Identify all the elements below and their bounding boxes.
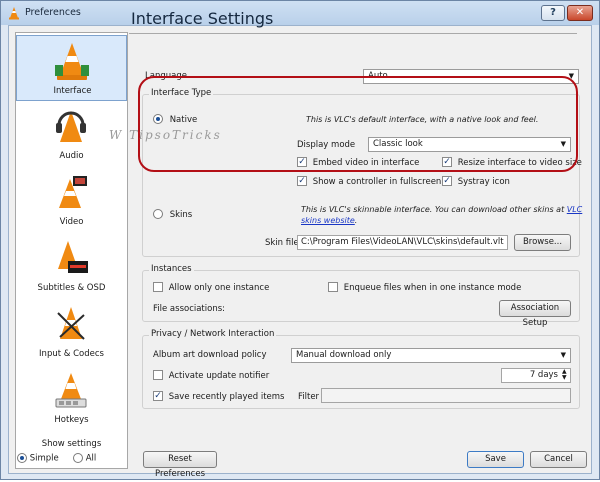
album-art-select[interactable]: Manual download only ▼ (291, 348, 571, 363)
sidebar-item-label: Audio (59, 151, 84, 161)
skins-desc-text: This is VLC's skinnable interface. You c… (301, 205, 565, 214)
album-art-label: Album art download policy (153, 350, 267, 360)
checkmark-icon: ✓ (442, 176, 452, 186)
highlight-annotation (138, 76, 578, 172)
skins-label: Skins (169, 209, 193, 220)
sidebar-item-interface[interactable]: Interface (16, 35, 127, 101)
simple-label: Simple (29, 453, 59, 464)
skins-description: This is VLC's skinnable interface. You c… (301, 204, 587, 226)
category-sidebar: Interface Audio Video Subtitles & OSD In… (15, 32, 128, 469)
title-divider (129, 33, 577, 34)
skins-website-link[interactable]: VLC (567, 205, 583, 214)
sidebar-item-hotkeys[interactable]: Hotkeys (16, 365, 127, 431)
checkbox-icon (153, 282, 163, 292)
input-codecs-cone-icon (57, 307, 85, 340)
file-associations-label: File associations: (153, 304, 226, 314)
sidebar-item-label: Video (59, 217, 84, 227)
update-days-value: 7 days (529, 370, 558, 380)
vlc-cone-icon (9, 7, 19, 20)
enqueue-label: Enqueue files when in one instance mode (343, 282, 522, 293)
checkbox-icon (328, 282, 338, 292)
sidebar-item-label: Subtitles & OSD (37, 283, 106, 293)
video-cone-icon (59, 176, 87, 208)
subtitles-cone-icon (58, 241, 88, 273)
audio-headphones-icon (56, 111, 86, 142)
show-controller-checkbox[interactable]: ✓ Show a controller in fullscreen (297, 176, 441, 187)
hotkeys-cone-icon (55, 373, 87, 408)
radio-icon (73, 453, 83, 463)
checkmark-icon: ✓ (297, 176, 307, 186)
skins-radio[interactable]: Skins (153, 209, 192, 220)
help-button[interactable]: ? (541, 5, 565, 21)
watermark-text: W TipsoTricks (109, 128, 222, 142)
save-recent-label: Save recently played items (168, 391, 285, 402)
window-title: Preferences (25, 7, 81, 18)
all-label: All (85, 453, 97, 464)
simple-radio[interactable]: Simple (17, 453, 59, 464)
close-button[interactable]: ✕ (567, 5, 593, 21)
instances-title: Instances (149, 264, 194, 274)
preferences-window: Preferences ? ✕ Interface Audio Video Su… (0, 0, 600, 480)
all-radio[interactable]: All (73, 453, 96, 464)
save-button[interactable]: Save (467, 451, 524, 468)
sidebar-item-label: Hotkeys (54, 415, 89, 425)
sidebar-item-subtitles[interactable]: Subtitles & OSD (16, 233, 127, 299)
spinner-arrows-icon[interactable]: ▲ ▼ (562, 369, 567, 381)
filter-field[interactable] (321, 388, 571, 403)
systray-checkbox[interactable]: ✓ Systray icon (442, 176, 510, 187)
checkmark-icon: ✓ (153, 391, 163, 401)
filter-label: Filter (298, 392, 320, 402)
skins-website-link-2[interactable]: skins website (301, 216, 355, 225)
enqueue-checkbox[interactable]: Enqueue files when in one instance mode (328, 282, 521, 293)
chevron-down-icon: ▼ (560, 351, 566, 359)
association-setup-button[interactable]: Association Setup (499, 300, 571, 328)
title-bar: Preferences ? ✕ (1, 1, 599, 25)
skins-desc-end: . (354, 216, 358, 225)
show-settings-label: Show settings (41, 439, 102, 449)
cancel-button[interactable]: Cancel (530, 451, 587, 468)
skin-file-field[interactable]: C:\Program Files\VideoLAN\VLC\skins\defa… (297, 235, 508, 250)
save-recent-checkbox[interactable]: ✓ Save recently played items (153, 391, 284, 402)
radio-icon (153, 209, 163, 219)
radio-icon (17, 453, 27, 463)
album-art-value: Manual download only (296, 350, 392, 360)
update-notifier-checkbox[interactable]: Activate update notifier (153, 370, 269, 381)
sidebar-item-video[interactable]: Video (16, 167, 127, 233)
sidebar-item-label: Interface (53, 86, 92, 96)
privacy-title: Privacy / Network Interaction (149, 329, 277, 339)
reset-preferences-button[interactable]: Reset Preferences (143, 451, 217, 479)
systray-label: Systray icon (457, 176, 510, 187)
update-notifier-label: Activate update notifier (168, 370, 270, 381)
one-instance-label: Allow only one instance (168, 282, 270, 293)
one-instance-checkbox[interactable]: Allow only one instance (153, 282, 269, 293)
sidebar-item-label: Input & Codecs (39, 349, 104, 359)
checkbox-icon (153, 370, 163, 380)
show-controller-label: Show a controller in fullscreen (312, 176, 442, 187)
interface-cone-icon (55, 43, 89, 80)
page-title: Interface Settings (131, 9, 274, 28)
skin-file-label: Skin file (265, 238, 299, 248)
sidebar-item-input-codecs[interactable]: Input & Codecs (16, 299, 127, 365)
browse-button[interactable]: Browse... (514, 234, 571, 251)
update-days-spinbox[interactable]: 7 days (501, 368, 571, 383)
